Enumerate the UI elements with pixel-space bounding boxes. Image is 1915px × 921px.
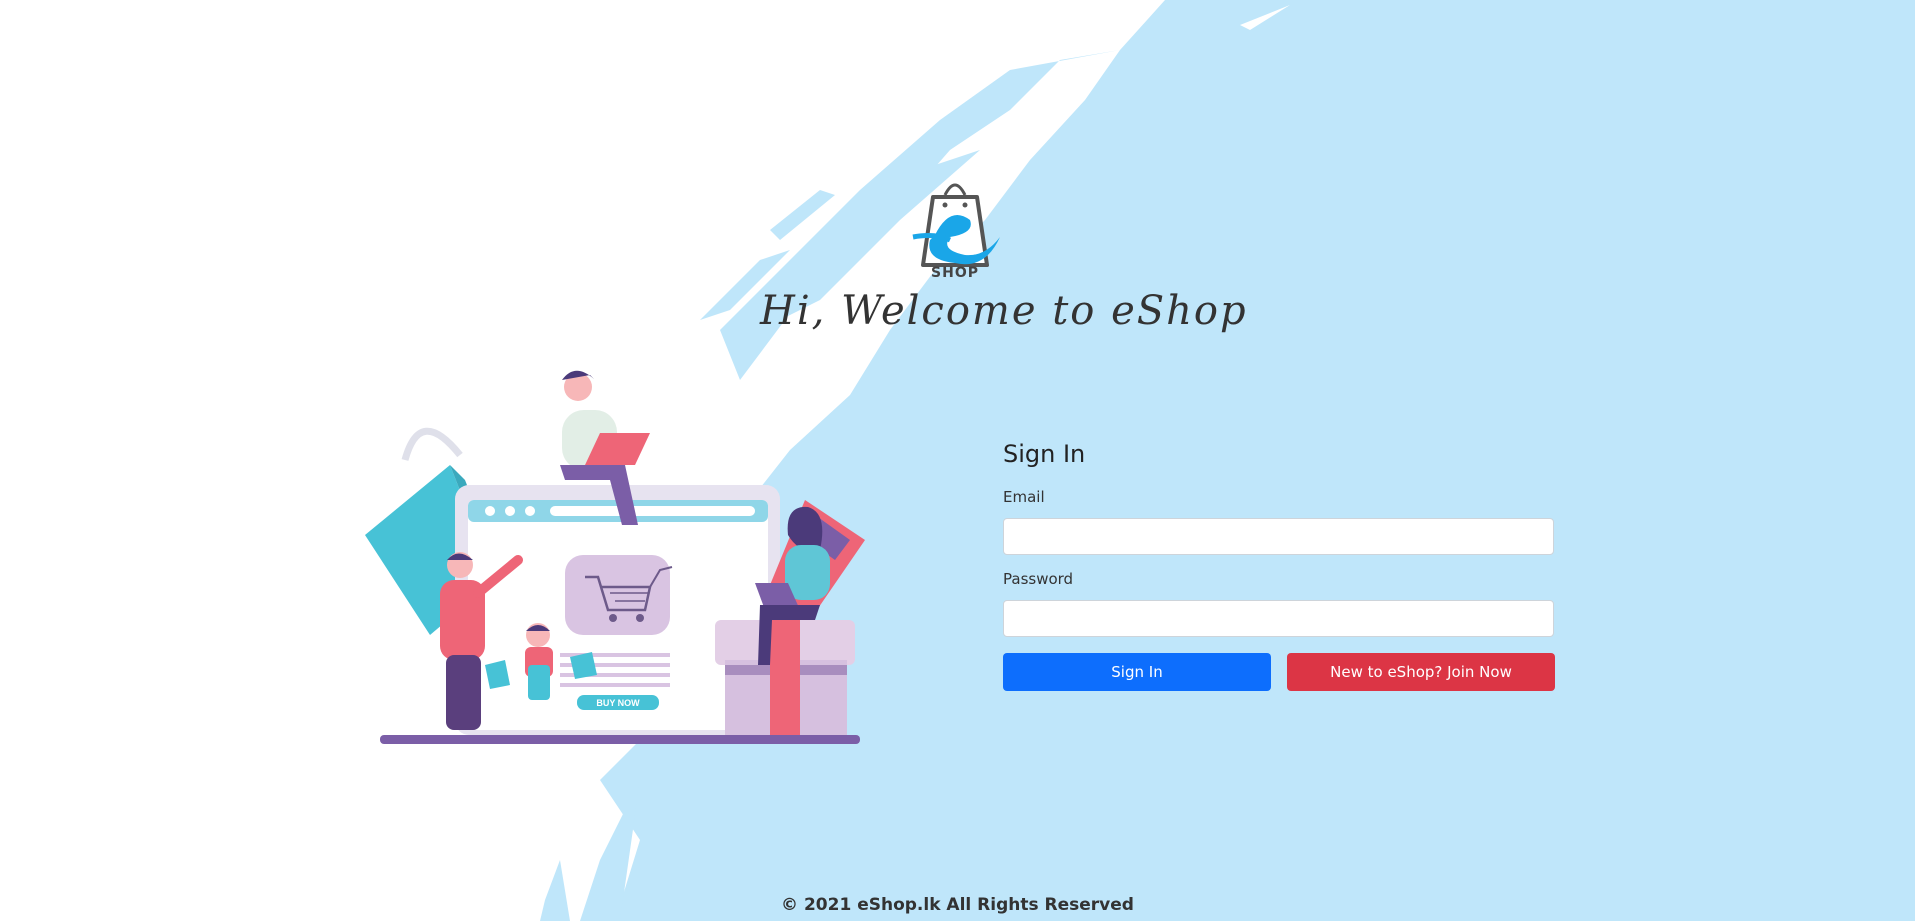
join-now-button[interactable]: New to eShop? Join Now	[1287, 653, 1555, 691]
online-shopping-illustration-icon: BUY NOW	[365, 370, 865, 744]
welcome-heading: Hi, Welcome to eShop	[760, 288, 1248, 334]
buy-now-label: BUY NOW	[596, 698, 640, 708]
logo-text: SHOP	[931, 265, 979, 281]
password-field[interactable]	[1003, 600, 1554, 637]
email-field[interactable]	[1003, 518, 1554, 555]
email-label: Email	[1003, 488, 1045, 506]
signin-title: Sign In	[1003, 440, 1086, 468]
footer-copyright: © 2021 eShop.lk All Rights Reserved	[781, 895, 1134, 915]
password-label: Password	[1003, 570, 1074, 588]
signin-form: Sign In Email Password Sign In New to eS…	[1003, 435, 1555, 691]
background-splash	[540, 0, 1915, 921]
form-buttons: Sign In New to eShop? Join Now	[1003, 653, 1555, 691]
signin-button[interactable]: Sign In	[1003, 653, 1271, 691]
